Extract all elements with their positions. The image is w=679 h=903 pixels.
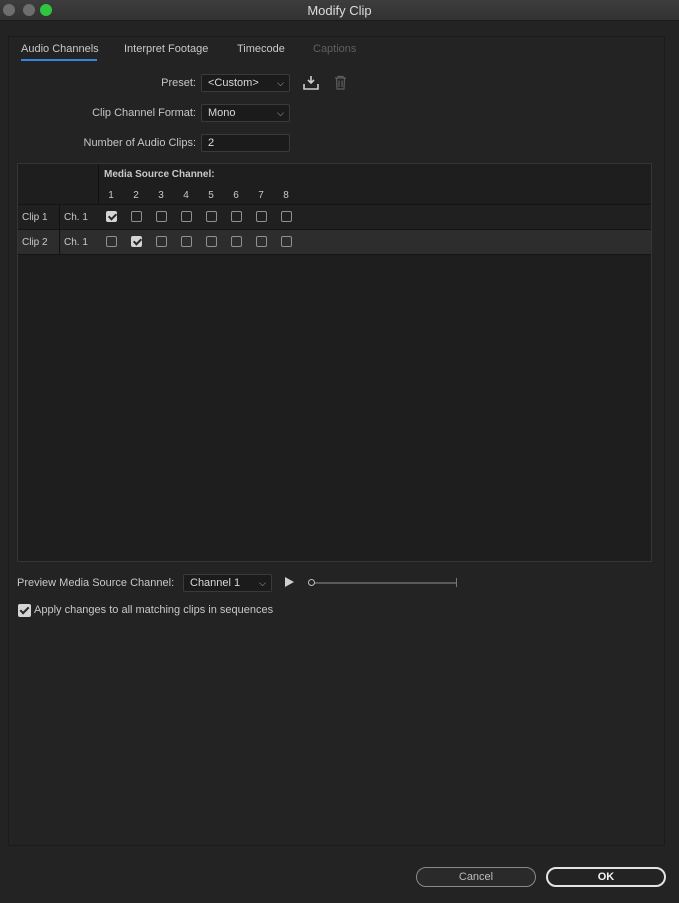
tab-audio-channels[interactable]: Audio Channels bbox=[21, 43, 99, 55]
preview-channel-dropdown[interactable]: Channel 1 ⌵ bbox=[183, 574, 272, 592]
column-header: 8 bbox=[283, 190, 289, 201]
channel-checkbox[interactable] bbox=[256, 236, 267, 247]
tab-interpret-footage[interactable]: Interpret Footage bbox=[124, 43, 208, 55]
column-header: 2 bbox=[133, 190, 139, 201]
preview-scrubber-track[interactable] bbox=[311, 582, 457, 584]
preview-scrubber-handle[interactable] bbox=[308, 579, 315, 586]
channel-checkbox[interactable] bbox=[131, 236, 142, 247]
clip-channel-format-dropdown[interactable]: Mono ⌵ bbox=[201, 104, 290, 122]
preset-dropdown[interactable]: <Custom> ⌵ bbox=[201, 74, 290, 92]
channel-checkbox[interactable] bbox=[206, 211, 217, 222]
delete-preset-icon[interactable] bbox=[334, 75, 347, 90]
grid-divider bbox=[59, 205, 60, 254]
channel-checkbox[interactable] bbox=[181, 236, 192, 247]
media-source-channel-header: Media Source Channel: bbox=[104, 169, 215, 180]
channel-checkbox[interactable] bbox=[106, 236, 117, 247]
channel-checkbox[interactable] bbox=[256, 211, 267, 222]
number-of-audio-clips-label: Number of Audio Clips: bbox=[83, 137, 197, 149]
active-tab-indicator bbox=[21, 59, 97, 61]
channel-checkbox[interactable] bbox=[281, 236, 292, 247]
chevron-down-icon: ⌵ bbox=[277, 108, 284, 118]
preview-scrubber-end bbox=[456, 578, 457, 587]
preview-channel-value: Channel 1 bbox=[190, 577, 241, 589]
channel-checkbox[interactable] bbox=[156, 236, 167, 247]
number-of-audio-clips-input[interactable]: 2 bbox=[201, 134, 290, 152]
preset-label: Preset: bbox=[161, 77, 196, 89]
tab-captions: Captions bbox=[313, 43, 357, 55]
clip-channel-format-label: Clip Channel Format: bbox=[92, 107, 196, 119]
channel-checkbox[interactable] bbox=[231, 211, 242, 222]
column-header: 1 bbox=[108, 190, 114, 201]
column-header: 6 bbox=[233, 190, 239, 201]
tab-timecode[interactable]: Timecode bbox=[237, 43, 285, 55]
channel-checkbox[interactable] bbox=[131, 211, 142, 222]
channel-checkbox[interactable] bbox=[156, 211, 167, 222]
channel-checkbox[interactable] bbox=[106, 211, 117, 222]
column-header: 7 bbox=[258, 190, 264, 201]
column-header: 4 bbox=[183, 190, 189, 201]
chevron-down-icon: ⌵ bbox=[259, 578, 266, 588]
channel-checkbox[interactable] bbox=[206, 236, 217, 247]
preview-channel-label: Preview Media Source Channel: bbox=[17, 577, 175, 589]
channel-checkbox[interactable] bbox=[231, 236, 242, 247]
ok-button[interactable]: OK bbox=[546, 867, 666, 887]
channel-checkbox[interactable] bbox=[181, 211, 192, 222]
chevron-down-icon: ⌵ bbox=[277, 78, 284, 88]
channel-checkbox[interactable] bbox=[281, 211, 292, 222]
window-title: Modify Clip bbox=[307, 3, 372, 18]
column-header: 3 bbox=[158, 190, 164, 201]
cancel-button[interactable]: Cancel bbox=[416, 867, 536, 887]
play-icon[interactable] bbox=[285, 577, 294, 587]
channel-label: Ch. 1 bbox=[64, 212, 88, 223]
apply-to-matching-clips-checkbox[interactable] bbox=[18, 604, 31, 617]
row-divider bbox=[18, 254, 651, 255]
clip-channel-format-value: Mono bbox=[208, 107, 236, 119]
preset-value: <Custom> bbox=[208, 77, 259, 89]
apply-to-matching-clips-label: Apply changes to all matching clips in s… bbox=[34, 604, 274, 616]
clip-label: Clip 2 bbox=[22, 237, 48, 248]
column-header: 5 bbox=[208, 190, 214, 201]
save-preset-icon[interactable] bbox=[303, 75, 319, 90]
clip-label: Clip 1 bbox=[22, 212, 48, 223]
channel-label: Ch. 1 bbox=[64, 237, 88, 248]
title-bar: Modify Clip bbox=[0, 0, 679, 21]
